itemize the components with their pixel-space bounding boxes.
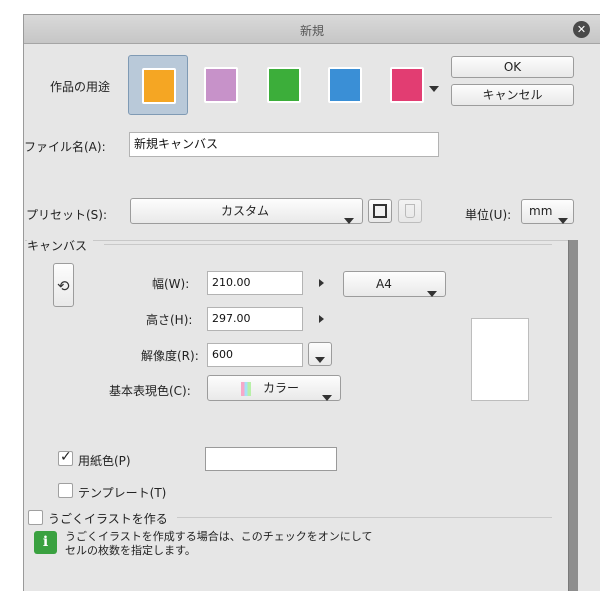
chevron-down-icon — [344, 208, 354, 232]
close-icon[interactable]: ✕ — [573, 21, 590, 38]
template-checkbox[interactable] — [58, 483, 73, 498]
height-label: 高さ(H): — [146, 313, 193, 327]
usage-webtoon-button[interactable] — [315, 55, 375, 115]
comic-icon — [204, 67, 238, 103]
usage-animation-button[interactable] — [377, 55, 437, 115]
animated-illustration-label: うごくイラストを作る — [48, 512, 168, 526]
delete-preset-button[interactable] — [398, 199, 422, 223]
paper-color-label: 用紙色(P) — [78, 454, 131, 468]
animated-illustration-checkbox[interactable] — [28, 510, 43, 525]
width-expand-icon[interactable] — [319, 279, 324, 287]
chevron-down-icon — [315, 352, 325, 366]
canvas-group-label: キャンバス — [27, 237, 94, 254]
template-label: テンプレート(T) — [78, 486, 167, 500]
chevron-down-icon — [558, 209, 568, 232]
color-mode-dropdown[interactable]: カラー — [207, 375, 341, 401]
color-mode-value: カラー — [263, 381, 300, 395]
usage-comic-button[interactable] — [191, 55, 251, 115]
cancel-button[interactable]: キャンセル — [451, 84, 574, 106]
color-mode-icon — [241, 382, 251, 396]
info-icon: i — [34, 531, 57, 554]
animation-icon — [390, 67, 424, 103]
title-bar: 新規 ✕ — [24, 15, 600, 44]
webtoon-icon — [328, 67, 362, 103]
swap-orientation-button[interactable]: ⟲ — [53, 263, 74, 307]
usage-label: 作品の用途 — [50, 80, 111, 94]
chevron-down-icon — [427, 281, 437, 305]
save-icon — [373, 204, 387, 218]
unit-value: mm — [529, 204, 553, 218]
scrollbar[interactable] — [568, 240, 578, 591]
save-preset-button[interactable] — [368, 199, 392, 223]
checkmark-icon: ✓ — [60, 449, 72, 465]
file-name-label: ファイル名(A): — [24, 140, 106, 154]
usage-show-all-button[interactable] — [254, 55, 314, 115]
canvas-group-divider — [104, 244, 552, 245]
color-mode-label: 基本表現色(C): — [109, 384, 191, 398]
book-icon — [267, 67, 301, 103]
resolution-input[interactable]: 600 — [207, 343, 303, 367]
unit-label: 単位(U): — [465, 208, 512, 222]
preset-value: カスタム — [221, 204, 270, 218]
resolution-label: 解像度(R): — [141, 349, 199, 363]
animated-info-line2: セルの枚数を指定します。 — [65, 544, 196, 557]
rotate-icon: ⟲ — [57, 277, 70, 295]
usage-selector — [128, 55, 441, 115]
height-expand-icon[interactable] — [319, 315, 324, 323]
animated-group-divider — [177, 517, 552, 518]
trash-icon — [405, 204, 415, 218]
height-input[interactable]: 297.00 — [207, 307, 303, 331]
usage-illustration-button[interactable] — [128, 55, 188, 115]
width-label: 幅(W): — [152, 277, 190, 291]
chevron-down-icon — [322, 385, 332, 409]
illustration-icon — [142, 68, 176, 104]
paper-color-checkbox[interactable]: ✓ — [58, 449, 73, 466]
width-input[interactable]: 210.00 — [207, 271, 303, 295]
resolution-dropdown-button[interactable] — [308, 342, 332, 366]
size-preset-value: A4 — [376, 277, 392, 291]
ok-button[interactable]: OK — [451, 56, 574, 78]
paper-color-swatch[interactable] — [205, 447, 337, 471]
preset-dropdown[interactable]: カスタム — [130, 198, 363, 224]
dialog-title: 新規 — [299, 24, 324, 38]
new-canvas-dialog: 新規 ✕ 作品の用途 OK キャンセル ファイル名(A): 新規キャンバス プリ… — [23, 14, 600, 591]
size-preset-dropdown[interactable]: A4 — [343, 271, 446, 297]
usage-more-chevron-down-icon[interactable] — [429, 81, 439, 95]
file-name-input[interactable]: 新規キャンバス — [129, 132, 439, 157]
preset-label: プリセット(S): — [26, 208, 108, 222]
unit-dropdown[interactable]: mm — [521, 199, 574, 224]
canvas-preview — [471, 318, 529, 401]
